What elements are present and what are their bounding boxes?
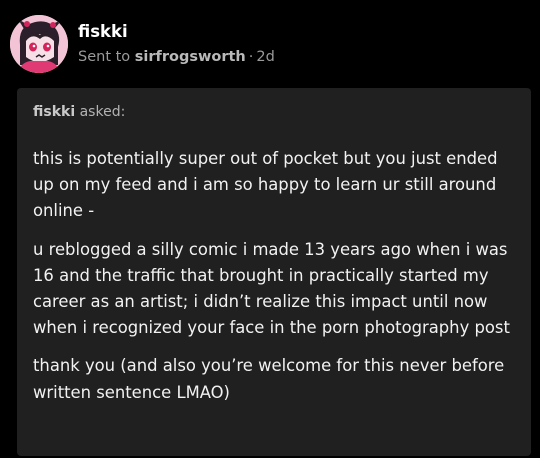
asker-link[interactable]: fiskki	[33, 104, 75, 120]
ask-paragraph: thank you (and also you’re welcome for t…	[33, 356, 505, 402]
asked-line: fiskki asked:	[33, 102, 125, 122]
ask-paragraph: u reblogged a silly comic i made 13 year…	[33, 239, 510, 338]
ask-paragraph: this is potentially super out of pocket …	[33, 149, 498, 221]
avatar[interactable]	[10, 15, 68, 73]
sent-to-line: Sent to sirfrogsworth · 2d	[78, 47, 275, 67]
post-meta: fiskki Sent to sirfrogsworth · 2d	[78, 21, 275, 67]
recipient-link[interactable]: sirfrogsworth	[135, 49, 246, 65]
ask-body: this is potentially super out of pocket …	[33, 146, 517, 418]
post-age: 2d	[256, 49, 275, 65]
separator-dot: ·	[248, 49, 254, 65]
sent-prefix: Sent to	[78, 49, 131, 65]
ask-box: fiskki asked: this is potentially super …	[17, 88, 531, 456]
post-header: fiskki Sent to sirfrogsworth · 2d	[10, 13, 275, 75]
blog-name-link[interactable]: fiskki	[78, 21, 275, 43]
asked-label: asked:	[79, 104, 126, 120]
avatar-illustration-icon	[10, 15, 68, 73]
post-card: fiskki Sent to sirfrogsworth · 2d fiskki a…	[0, 0, 540, 458]
